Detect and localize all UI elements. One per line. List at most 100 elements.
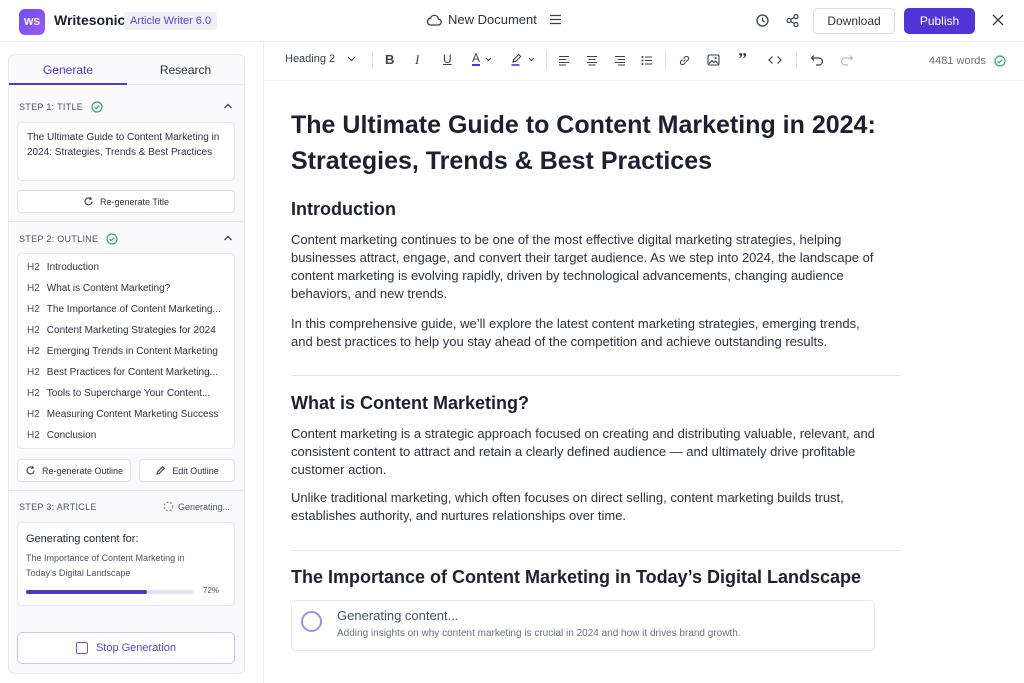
block-style-dropdown[interactable]: Heading 2 bbox=[285, 53, 356, 65]
document-name-label: New Document bbox=[448, 12, 537, 27]
outline-item-label: Introduction bbox=[46, 262, 100, 273]
title-card[interactable]: The Ultimate Guide to Content Marketing … bbox=[17, 122, 235, 181]
progress-percent: 72% bbox=[203, 586, 220, 595]
outline-item-label: What is Content Marketing? bbox=[46, 283, 171, 294]
version-badge: Article Writer 6.0 bbox=[124, 12, 218, 30]
paragraph[interactable]: Content marketing is a strategic approac… bbox=[291, 425, 881, 479]
panel-divider bbox=[263, 42, 264, 683]
link-icon[interactable] bbox=[678, 54, 691, 67]
outline-item[interactable]: H2 What is Content Marketing? bbox=[27, 283, 170, 294]
bulleted-list-icon[interactable] bbox=[641, 55, 653, 66]
regenerate-title-button[interactable]: Re-generate Title bbox=[17, 190, 235, 213]
generating-for-label: Generating content for: bbox=[26, 533, 139, 545]
generating-section-name: The Importance of Content Marketing in T… bbox=[26, 553, 185, 578]
quote-icon: ” bbox=[738, 49, 747, 69]
bold-icon: B bbox=[385, 52, 395, 67]
h2-tag: H2 bbox=[27, 388, 40, 399]
chevron-up-icon[interactable] bbox=[223, 102, 233, 110]
blockquote-button[interactable]: ” bbox=[738, 49, 747, 70]
underline-button[interactable]: U bbox=[443, 52, 452, 66]
publish-button[interactable]: Publish bbox=[904, 8, 975, 34]
toolbar-divider bbox=[264, 80, 1024, 81]
step-2-label: STEP 2: OUTLINE bbox=[19, 234, 99, 244]
check-circle-icon bbox=[106, 233, 118, 245]
check-circle-icon bbox=[91, 101, 103, 113]
outline-item[interactable]: H2 Conclusion bbox=[27, 430, 96, 441]
divider bbox=[9, 490, 244, 491]
step-1-header[interactable]: STEP 1: TITLE bbox=[19, 101, 103, 113]
italic-button[interactable]: I bbox=[415, 52, 419, 68]
article-title[interactable]: The Ultimate Guide to Content Marketing … bbox=[291, 107, 911, 179]
stop-square-icon bbox=[75, 642, 88, 654]
align-center-icon[interactable] bbox=[586, 55, 598, 66]
chevron-down-icon bbox=[528, 57, 535, 62]
outline-item[interactable]: H2 Measuring Content Marketing Success bbox=[27, 409, 219, 420]
check-circle-icon bbox=[994, 55, 1006, 67]
chevron-down-icon bbox=[485, 57, 492, 61]
history-icon[interactable] bbox=[755, 13, 770, 28]
share-icon[interactable] bbox=[785, 13, 800, 28]
generating-content-box: Generating content... Adding insights on… bbox=[291, 600, 875, 651]
italic-icon: I bbox=[415, 52, 420, 67]
cloud-icon bbox=[426, 14, 442, 26]
section-heading[interactable]: The Importance of Content Marketing in T… bbox=[291, 567, 861, 588]
section-heading[interactable]: Introduction bbox=[291, 199, 396, 220]
tab-generate[interactable]: Generate bbox=[9, 55, 127, 85]
article-content[interactable]: The Ultimate Guide to Content Marketing … bbox=[291, 107, 911, 651]
regenerate-outline-button[interactable]: Re-generate Outline bbox=[17, 459, 131, 482]
download-button[interactable]: Download bbox=[813, 8, 895, 34]
outline-card: H2 Introduction H2 What is Content Marketi… bbox=[17, 253, 235, 449]
outline-item-label: Tools to Supercharge Your Content... bbox=[46, 388, 211, 399]
writesonic-logo[interactable]: WS bbox=[19, 9, 45, 35]
bold-button[interactable]: B bbox=[385, 52, 394, 67]
step-3-header[interactable]: STEP 3: ARTICLE bbox=[19, 502, 97, 512]
toolbar-separator bbox=[665, 52, 666, 68]
outline-item-label: Measuring Content Marketing Success bbox=[46, 409, 219, 420]
block-style-value: Heading 2 bbox=[285, 53, 336, 65]
generate-sidebar: Generate Research STEP 1: TITLE The Ulti… bbox=[8, 54, 245, 674]
h2-tag: H2 bbox=[27, 346, 40, 357]
section-heading[interactable]: What is Content Marketing? bbox=[291, 393, 529, 414]
paragraph[interactable]: Content marketing continues to be one of… bbox=[291, 231, 881, 303]
undo-icon[interactable] bbox=[810, 54, 824, 66]
generated-title: The Ultimate Guide to Content Marketing … bbox=[27, 132, 220, 158]
document-name[interactable]: New Document bbox=[426, 12, 537, 27]
app-name: Writesonic bbox=[54, 12, 126, 28]
code-icon[interactable] bbox=[768, 55, 782, 65]
step-2-header[interactable]: STEP 2: OUTLINE bbox=[19, 233, 118, 245]
align-left-icon[interactable] bbox=[558, 55, 570, 66]
outline-item[interactable]: H2 Content Marketing Strategies for 2024 bbox=[27, 325, 216, 336]
outline-item[interactable]: H2 The Importance of Content Marketing... bbox=[27, 304, 221, 315]
refresh-icon bbox=[84, 196, 93, 206]
text-color-button[interactable]: A bbox=[472, 52, 492, 66]
h2-tag: H2 bbox=[27, 409, 40, 420]
hamburger-menu-icon[interactable] bbox=[549, 14, 562, 25]
align-right-icon[interactable] bbox=[614, 55, 626, 66]
outline-item[interactable]: H2 Emerging Trends in Content Marketing bbox=[27, 346, 218, 357]
h2-tag: H2 bbox=[27, 262, 40, 273]
outline-item-label: Content Marketing Strategies for 2024 bbox=[46, 325, 216, 336]
h2-tag: H2 bbox=[27, 283, 40, 294]
outline-item[interactable]: H2 Introduction bbox=[27, 262, 99, 273]
outline-item[interactable]: H2 Tools to Supercharge Your Content... bbox=[27, 388, 210, 399]
close-icon[interactable] bbox=[991, 13, 1005, 27]
step-3-status-label: Generating... bbox=[178, 501, 231, 512]
redo-icon[interactable] bbox=[840, 54, 854, 66]
h2-tag: H2 bbox=[27, 430, 40, 441]
step-3-status: Generating... bbox=[163, 501, 230, 512]
image-icon[interactable] bbox=[707, 54, 720, 66]
edit-outline-button[interactable]: Edit Outline bbox=[139, 459, 235, 482]
paragraph[interactable]: In this comprehensive guide, we’ll explo… bbox=[291, 315, 881, 351]
chevron-up-icon[interactable] bbox=[223, 234, 233, 242]
h2-tag: H2 bbox=[27, 367, 40, 378]
stop-generation-button[interactable]: Stop Generation bbox=[17, 632, 235, 664]
tab-research[interactable]: Research bbox=[127, 55, 244, 85]
pencil-icon bbox=[156, 465, 166, 475]
paragraph[interactable]: Unlike traditional marketing, which ofte… bbox=[291, 489, 881, 525]
highlight-button[interactable] bbox=[510, 53, 535, 66]
editor-toolbar: Heading 2 B I U A ” 4481 words bbox=[276, 48, 1022, 74]
outline-item[interactable]: H2 Best Practices for Content Marketing..… bbox=[27, 367, 218, 378]
generating-content-title: Generating content... bbox=[337, 608, 459, 623]
top-bar: WS Writesonic Article Writer 6.0 New Doc… bbox=[0, 0, 1024, 42]
progress-bar-fill bbox=[26, 590, 147, 594]
